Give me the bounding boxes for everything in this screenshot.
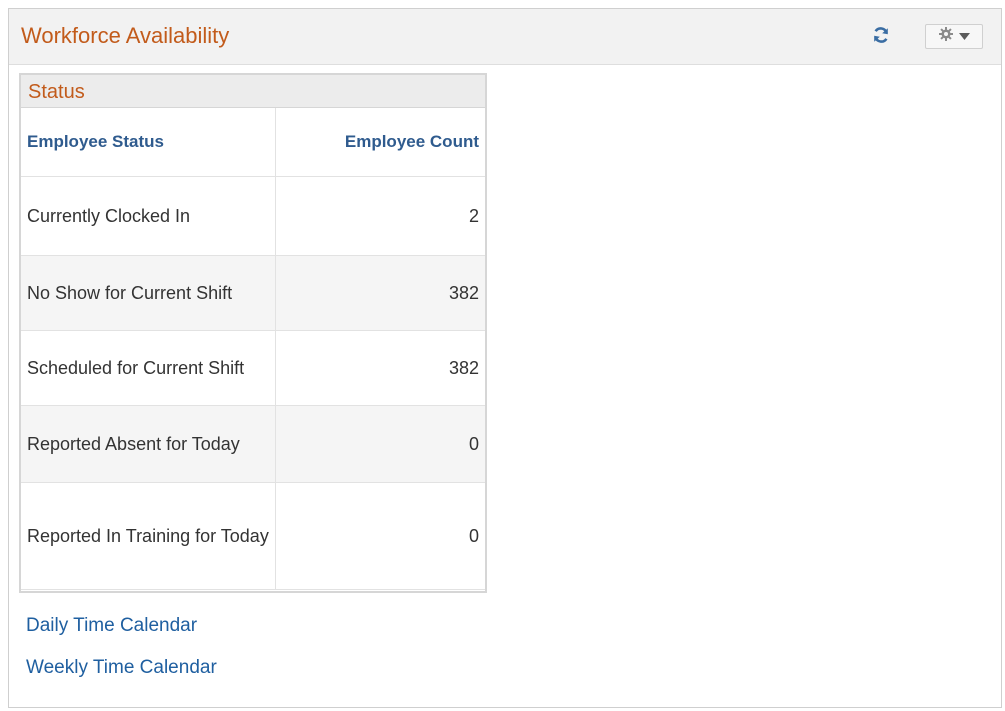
table-row: Currently Clocked In 2 [21,176,485,256]
employee-count-cell: 0 [275,482,485,590]
employee-count-cell: 2 [275,176,485,256]
employee-status-cell: Reported In Training for Today [21,482,276,590]
calendar-links: Daily Time Calendar Weekly Time Calendar [26,615,217,699]
weekly-time-calendar-link[interactable]: Weekly Time Calendar [26,657,217,679]
refresh-button[interactable] [869,26,893,48]
employee-count-cell: 382 [275,330,485,406]
chevron-down-icon [958,28,970,46]
status-grid: Status Employee Status Employee Count Cu… [19,73,487,593]
employee-count-cell: 0 [275,405,485,483]
workforce-availability-pagelet: Workforce Availability Status Employee S… [8,8,1002,708]
column-header-employee-count[interactable]: Employee Count [275,108,485,177]
employee-status-cell: No Show for Current Shift [21,255,276,331]
pagelet-header: Workforce Availability [9,9,1001,65]
column-header-employee-status[interactable]: Employee Status [21,108,276,177]
employee-status-cell: Reported Absent for Today [21,405,276,483]
pagelet-title: Workforce Availability [21,23,230,48]
table-row: Reported Absent for Today 0 [21,405,485,483]
daily-time-calendar-link[interactable]: Daily Time Calendar [26,615,217,637]
table-row: Reported In Training for Today 0 [21,482,485,590]
status-table: Employee Status Employee Count Currently… [21,108,485,590]
employee-status-cell: Scheduled for Current Shift [21,330,276,406]
table-row: Scheduled for Current Shift 382 [21,330,485,406]
table-row: No Show for Current Shift 382 [21,255,485,331]
gear-icon [938,27,953,46]
refresh-icon [872,26,890,49]
employee-status-cell: Currently Clocked In [21,176,276,256]
employee-count-cell: 382 [275,255,485,331]
pagelet-options-button[interactable] [925,24,983,49]
grid-title: Status [21,75,485,108]
